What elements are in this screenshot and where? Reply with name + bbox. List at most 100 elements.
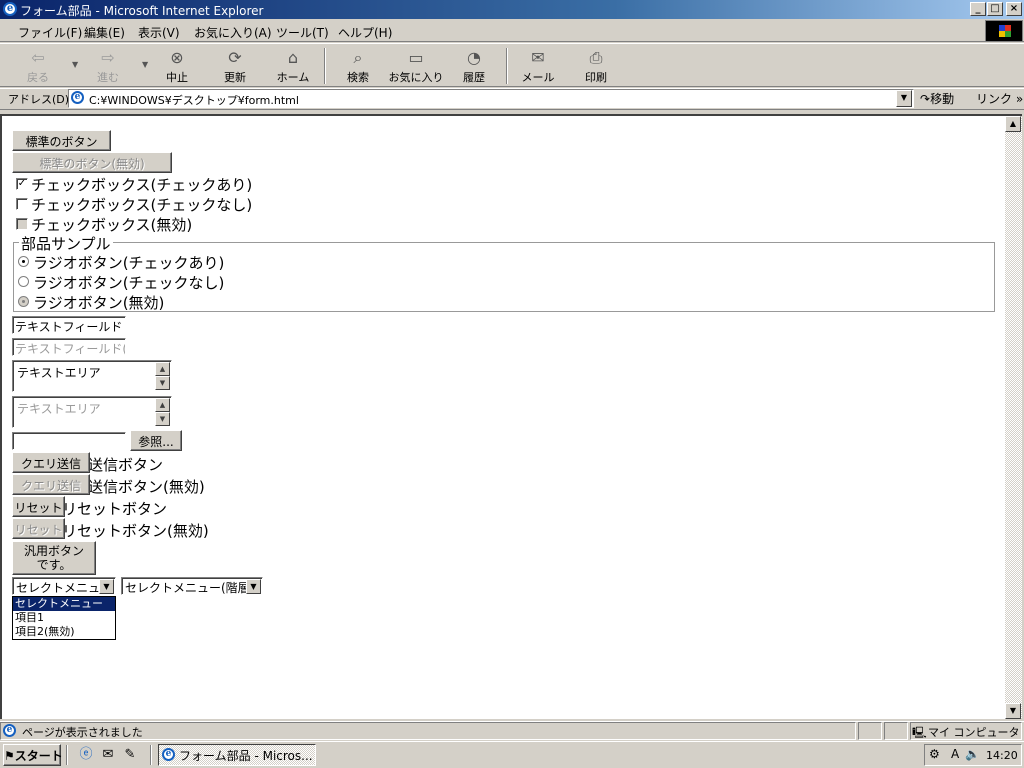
scroll-up-icon[interactable]: ▲: [1005, 116, 1021, 132]
radio-label: ラジオボタン(チェックあり): [33, 254, 225, 272]
windows-flag-icon: ⚑: [4, 749, 15, 763]
checkbox-disabled: [16, 218, 28, 230]
ie-logo-icon: e: [3, 2, 17, 16]
text-field[interactable]: テキストフィールド: [12, 316, 126, 334]
checkbox-label: チェックボックス(無効): [31, 216, 193, 234]
radio-label: ラジオボタン(無効): [33, 294, 165, 312]
textarea[interactable]: テキストエリア ▲ ▼: [12, 360, 172, 392]
chevron-down-icon[interactable]: ▼: [99, 579, 114, 594]
submit-disabled-label: 送信ボタン(無効): [88, 478, 205, 496]
close-button[interactable]: ×: [1006, 2, 1022, 16]
taskbar-separator: [150, 745, 152, 765]
submit-button[interactable]: クエリ送信: [12, 452, 90, 473]
menu-edit[interactable]: 編集(E): [84, 24, 125, 41]
select-menu-value: セレクトメニュー: [16, 581, 113, 595]
checkbox-label: チェックボックス(チェックあり): [31, 176, 253, 194]
radio-checked[interactable]: [18, 256, 29, 267]
page-icon: e: [71, 91, 84, 104]
textarea-value: テキストエリア: [17, 402, 101, 416]
back-arrow-icon: ⇦: [31, 48, 45, 67]
checkbox-checked[interactable]: ✓: [16, 178, 28, 190]
forward-dropdown-icon[interactable]: ▼: [142, 60, 148, 69]
select-dropdown-list: セレクトメニュー 項目1 項目2(無効): [12, 596, 116, 640]
scroll-down-icon[interactable]: ▼: [155, 376, 170, 390]
textarea-scrollbar[interactable]: ▲ ▼: [155, 362, 170, 390]
list-item[interactable]: セレクトメニュー: [13, 597, 115, 611]
search-button[interactable]: ⌕ 検索: [330, 46, 386, 86]
address-dropdown-icon[interactable]: ▼: [896, 90, 912, 107]
ime-icon[interactable]: A: [951, 747, 959, 761]
window-title: フォーム部品 - Microsoft Internet Explorer: [20, 4, 264, 18]
toolbar: ⇦ 戻る ▼ ⇨ 進む ▼ ⊗ 中止 ⟳ 更新 ⌂ ホーム ⌕ 検索 ▭ お気に…: [0, 43, 1024, 87]
desktop-quicklaunch-icon[interactable]: ✎: [122, 747, 138, 763]
taskbar-window-button[interactable]: e フォーム部品 - Micros...: [158, 744, 316, 766]
mail-icon: ✉: [531, 48, 545, 67]
standard-button[interactable]: 標準のボタン: [12, 130, 111, 151]
history-button[interactable]: ◔ 履歴: [446, 46, 502, 86]
search-icon: ⌕: [353, 48, 363, 67]
generic-button[interactable]: 汎用ボタン です。: [12, 541, 96, 575]
history-icon: ◔: [467, 48, 481, 67]
status-pane: [884, 722, 908, 740]
security-zone-text: マイ コンピュータ: [928, 726, 1020, 739]
textarea-disabled: テキストエリア ▲ ▼: [12, 396, 172, 428]
status-pane: [858, 722, 882, 740]
clock[interactable]: 14:20: [986, 749, 1018, 762]
address-input[interactable]: e C:¥WINDOWS¥デスクトップ¥form.html: [68, 89, 914, 108]
checkbox-label: チェックボックス(チェックなし): [31, 196, 253, 214]
text-field-disabled: テキストフィールド(無効): [12, 338, 126, 356]
menu-tools[interactable]: ツール(T): [276, 24, 329, 41]
menu-help[interactable]: ヘルプ(H): [338, 24, 392, 41]
start-button[interactable]: ⚑スタート: [3, 744, 63, 766]
back-dropdown-icon[interactable]: ▼: [72, 60, 78, 69]
links-button[interactable]: リンク »: [976, 90, 1023, 107]
home-button[interactable]: ⌂ ホーム: [265, 46, 321, 86]
address-label: アドレス(D): [8, 93, 70, 106]
print-button[interactable]: ⎙ 印刷: [568, 46, 624, 86]
maximize-button[interactable]: □: [987, 2, 1003, 16]
mail-button[interactable]: ✉ メール: [510, 46, 566, 86]
reset-disabled-label: リセットボタン(無効): [62, 522, 209, 540]
scroll-up-icon[interactable]: ▲: [155, 362, 170, 376]
reset-label: リセットボタン: [62, 500, 168, 518]
reset-button[interactable]: リセット: [12, 496, 65, 517]
submit-label: 送信ボタン: [88, 456, 164, 474]
textarea-scrollbar: ▲ ▼: [155, 398, 170, 426]
radio-unchecked[interactable]: [18, 276, 29, 287]
stop-button[interactable]: ⊗ 中止: [149, 46, 205, 86]
scroll-down-icon: ▼: [155, 412, 170, 426]
title-bar[interactable]: e フォーム部品 - Microsoft Internet Explorer _…: [0, 0, 1024, 19]
scroll-up-icon: ▲: [155, 398, 170, 412]
chevron-down-icon[interactable]: ▼: [246, 579, 261, 594]
file-path-input[interactable]: [12, 432, 126, 450]
select-menu[interactable]: セレクトメニュー ▼: [12, 577, 116, 595]
windows-logo-icon: [985, 20, 1023, 42]
checkbox-unchecked[interactable]: [16, 198, 28, 210]
favorites-button[interactable]: ▭ お気に入り: [386, 46, 446, 86]
outlook-quicklaunch-icon[interactable]: ✉: [100, 747, 116, 763]
menu-favorites[interactable]: お気に入り(A): [194, 24, 272, 41]
list-item[interactable]: 項目1: [13, 611, 115, 625]
forward-button[interactable]: ⇨ 進む: [80, 46, 136, 86]
browse-button[interactable]: 参照...: [130, 430, 182, 451]
network-icon[interactable]: ⚙: [929, 747, 940, 761]
scroll-down-icon[interactable]: ▼: [1005, 703, 1021, 719]
ie-window-icon: e: [162, 748, 175, 761]
taskbar: [0, 741, 1024, 768]
refresh-button[interactable]: ⟳ 更新: [207, 46, 263, 86]
minimize-button[interactable]: _: [970, 2, 986, 16]
menu-file[interactable]: ファイル(F): [18, 24, 82, 41]
taskbar-separator: [66, 745, 68, 765]
reset-button-disabled: リセット: [12, 518, 65, 539]
ie-quicklaunch-icon[interactable]: ⓔ: [78, 747, 94, 763]
refresh-icon: ⟳: [228, 48, 242, 67]
status-text: ページが表示されました: [22, 726, 143, 739]
volume-icon[interactable]: 🔈: [965, 747, 980, 761]
list-item[interactable]: 項目2(無効): [13, 625, 115, 639]
menu-view[interactable]: 表示(V): [138, 24, 180, 41]
back-button[interactable]: ⇦ 戻る: [10, 46, 66, 86]
select-menu-hierarchy[interactable]: セレクトメニュー(階層) ▼: [121, 577, 263, 595]
vertical-scrollbar[interactable]: ▲ ▼: [1005, 114, 1022, 719]
go-button[interactable]: ↷移動: [920, 90, 954, 107]
home-icon: ⌂: [287, 48, 299, 67]
